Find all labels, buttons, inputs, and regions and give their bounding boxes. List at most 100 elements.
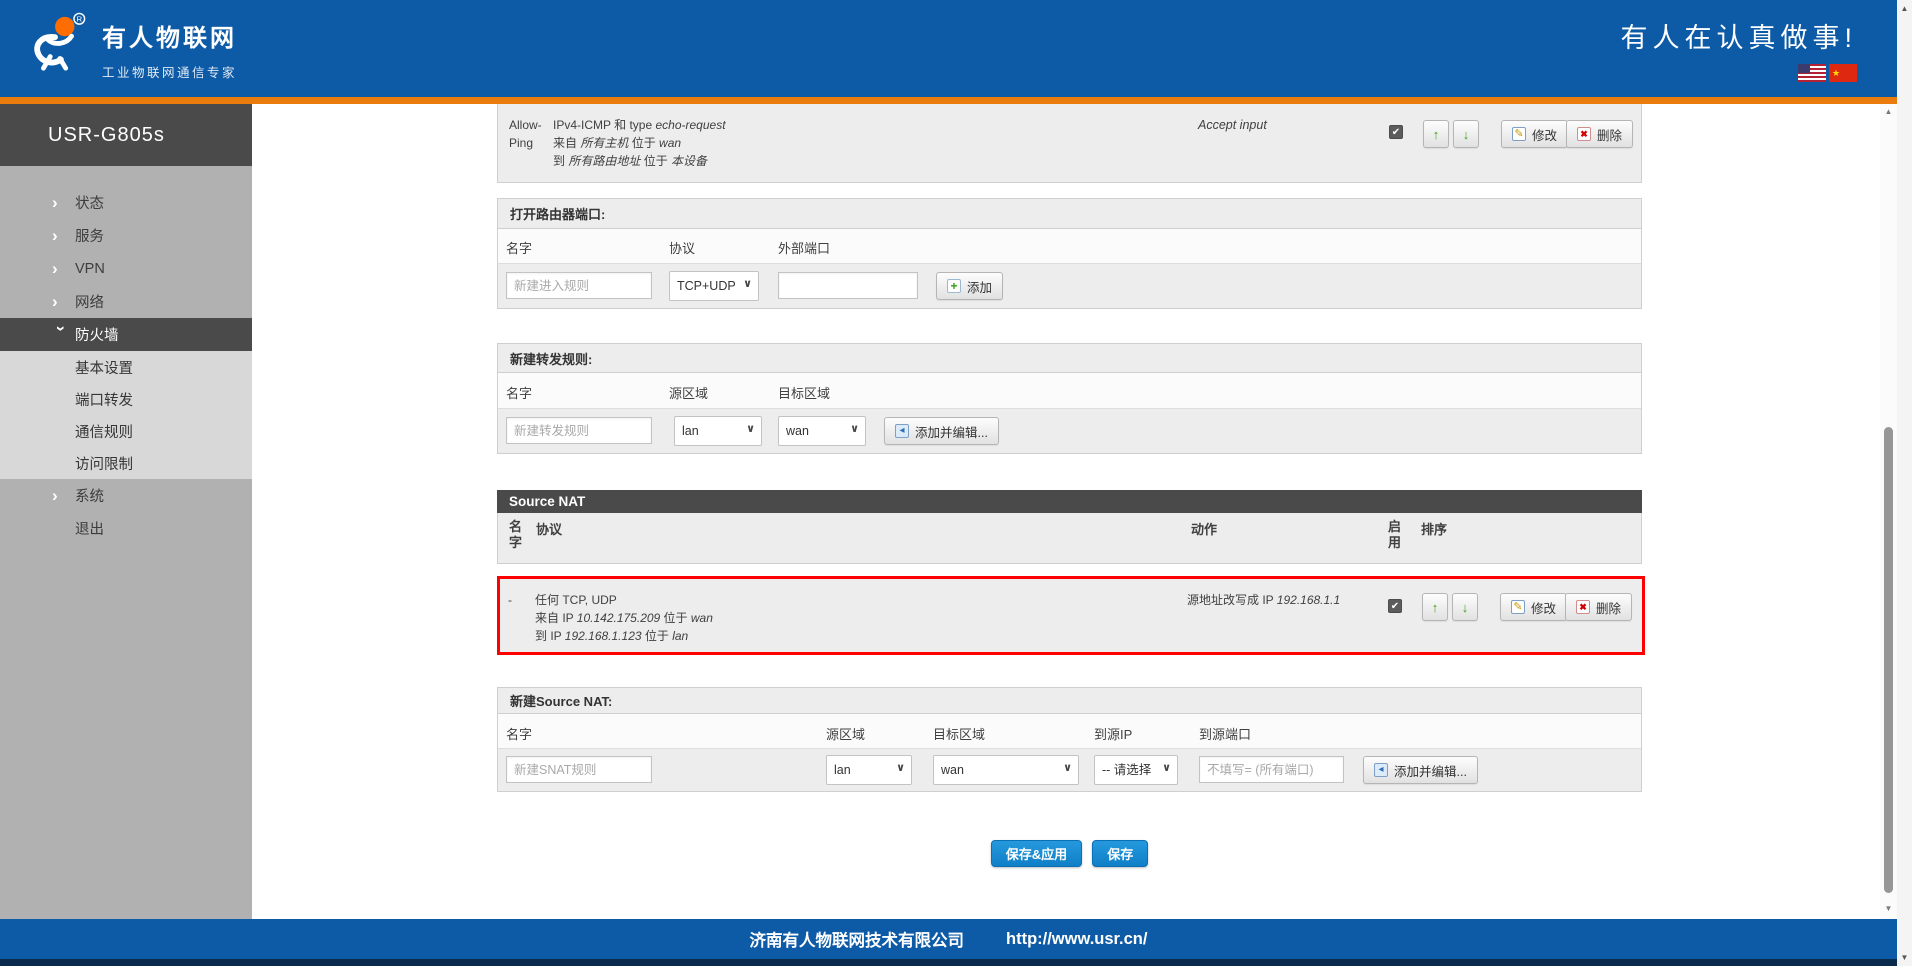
rule-desc-line: 到 IP 192.168.1.123 位于 lan [535,627,713,645]
up-arrow-icon: ↑ [1433,127,1440,142]
move-up-button[interactable]: ↑ [1423,120,1449,148]
source-zone-select[interactable]: lan [826,755,912,785]
edit-icon: ✎ [1511,600,1525,614]
col-to-source-ip: 到源IP [1094,724,1132,743]
enable-checkbox[interactable]: ✔ [1389,125,1403,139]
source-zone-select[interactable]: lan [674,416,762,446]
rule-text-emphasis: 192.168.1.1 [1277,593,1340,607]
to-source-ip-select[interactable]: -- 请选择 -- [1094,755,1178,785]
chevron-right-icon: › [52,486,75,506]
add-and-edit-button[interactable]: ◂添加并编辑... [1363,756,1478,784]
save-apply-button[interactable]: 保存&应用 [991,840,1082,867]
delete-icon: ✖ [1576,600,1590,614]
delete-button-label: 删除 [1596,598,1621,617]
to-source-ip-select-wrap: -- 请选择 -- ∨ [1094,755,1178,785]
delete-button[interactable]: ✖ 删除 [1565,593,1632,621]
footer-url[interactable]: http://www.usr.cn/ [1006,930,1147,949]
main-content: Allow-Ping IPv4-ICMP 和 type echo-request… [252,104,1880,919]
col-source-zone: 源区域 [826,724,865,743]
dest-zone-select[interactable]: wan [933,755,1079,785]
source-zone-select-wrap: lan ∨ [826,755,912,785]
chevron-right-icon: › [52,226,75,246]
sidebar-subitem-port-forward[interactable]: 端口转发 [0,383,252,415]
source-zone-select-wrap: lan ∨ [674,416,762,446]
rule-text-emphasis: echo-request [655,118,725,132]
rule-desc-line: 来自 所有主机 位于 wan [553,134,726,152]
rule-name: Allow-Ping [509,116,557,152]
rule-desc-line: 到 所有路由地址 位于 本设备 [553,152,726,170]
sidebar-subitem-access-limit[interactable]: 访问限制 [0,447,252,479]
source-nat-header: Source NAT [497,490,1642,513]
rule-desc-line: 任何 TCP, UDP [535,591,713,609]
browser-scrollbar[interactable]: ▲ ▼ [1897,0,1912,966]
protocol-select[interactable]: TCP+UDP [669,271,759,301]
rule-desc-line: 来自 IP 10.142.175.209 位于 wan [535,609,713,627]
scroll-up-icon[interactable]: ▲ [1880,107,1897,116]
section-title-text: 打开路由器端口: [510,204,605,223]
sidebar-item-label: 服务 [75,225,104,246]
edit-button[interactable]: ✎修改 [1501,120,1568,148]
brand-logo: R 有人物联网 工业物联网通信专家 [26,8,237,81]
sidebar-item-logout[interactable]: 退出 [0,512,252,545]
sidebar-subitem-traffic-rules[interactable]: 通信规则 [0,415,252,447]
scroll-down-icon[interactable]: ▼ [1880,904,1897,913]
sidebar-subitem-general[interactable]: 基本设置 [0,351,252,383]
sidebar-item-status[interactable]: ›状态 [0,186,252,219]
brand-tagline: 工业物联网通信专家 [102,62,237,81]
us-flag-icon[interactable] [1798,64,1826,82]
cn-flag-star-icon: ★ [1832,68,1840,78]
rule-text-segment: 位于 [640,154,671,168]
scrollbar-thumb[interactable] [1884,427,1893,893]
dest-zone-select[interactable]: wan [778,416,866,446]
page: R 有人物联网 工业物联网通信专家 有人在认真做事! ★ USR-G805s ›… [0,0,1912,966]
rule-action: 源地址改写成 IP 192.168.1.1 [1187,591,1340,609]
sidebar-item-label: 防火墙 [75,324,119,345]
content-scrollbar[interactable]: ▲ ▼ [1880,104,1897,919]
enable-checkbox[interactable]: ✔ [1388,599,1402,613]
rule-text-segment: 位于 [628,136,659,150]
rule-text-segment: 到 IP [535,629,565,643]
input-row: TCP+UDP ∨ +添加 [498,264,1641,308]
firewall-submenu: 基本设置 端口转发 通信规则 访问限制 [0,351,252,479]
sidebar-item-services[interactable]: ›服务 [0,219,252,252]
slogan-text: 有人在认真做事! [1620,16,1857,55]
to-source-port-input[interactable] [1199,756,1344,783]
rule-text-segment: 位于 [642,629,673,643]
add-button-label: 添加 [967,277,992,296]
add-and-edit-button[interactable]: ◂添加并编辑... [884,417,999,445]
save-button[interactable]: 保存 [1092,840,1148,867]
protocol-select-wrap: TCP+UDP ∨ [669,271,759,301]
add-edit-button-label: 添加并编辑... [1394,761,1467,780]
col-to-source-port: 到源端口 [1199,724,1251,743]
edit-button[interactable]: ✎ 修改 [1500,593,1567,621]
sidebar-item-firewall[interactable]: ›防火墙 [0,318,252,351]
move-down-button[interactable]: ↓ [1452,593,1478,621]
col-name: 名字 [506,238,532,257]
column-header-row: 名字 源区域 目标区域 到源IP 到源端口 [498,714,1641,749]
cn-flag-icon[interactable]: ★ [1829,64,1857,82]
col-enable: 启用 [1388,519,1404,551]
rule-action: Accept input [1198,116,1267,134]
sidebar-item-network[interactable]: ›网络 [0,285,252,318]
move-up-button[interactable]: ↑ [1422,593,1448,621]
scroll-down-icon[interactable]: ▼ [1897,953,1912,962]
edit-button-label: 修改 [1531,598,1556,617]
sidebar-item-vpn[interactable]: ›VPN [0,252,252,285]
add-button[interactable]: +添加 [936,272,1003,300]
scroll-up-icon[interactable]: ▲ [1897,4,1912,13]
top-header: R 有人物联网 工业物联网通信专家 有人在认真做事! ★ [0,0,1897,97]
external-port-input[interactable] [778,272,918,299]
down-arrow-icon: ↓ [1463,127,1470,142]
col-protocol: 协议 [536,519,562,538]
sidebar-item-system[interactable]: ›系统 [0,479,252,512]
new-forward-section: 新建转发规则: 名字 源区域 目标区域 lan ∨ wan ∨ ◂添加并编辑..… [497,343,1642,454]
sidebar-subitem-label: 通信规则 [75,421,133,442]
new-snat-name-input[interactable] [506,756,652,783]
move-down-button[interactable]: ↓ [1453,120,1479,148]
col-name: 名字 [506,383,532,402]
new-rule-name-input[interactable] [506,272,652,299]
new-forward-name-input[interactable] [506,417,652,444]
new-snat-section: 新建Source NAT: 名字 源区域 目标区域 到源IP 到源端口 lan … [497,687,1642,792]
delete-button[interactable]: ✖删除 [1566,120,1633,148]
col-dest-zone: 目标区域 [778,383,830,402]
